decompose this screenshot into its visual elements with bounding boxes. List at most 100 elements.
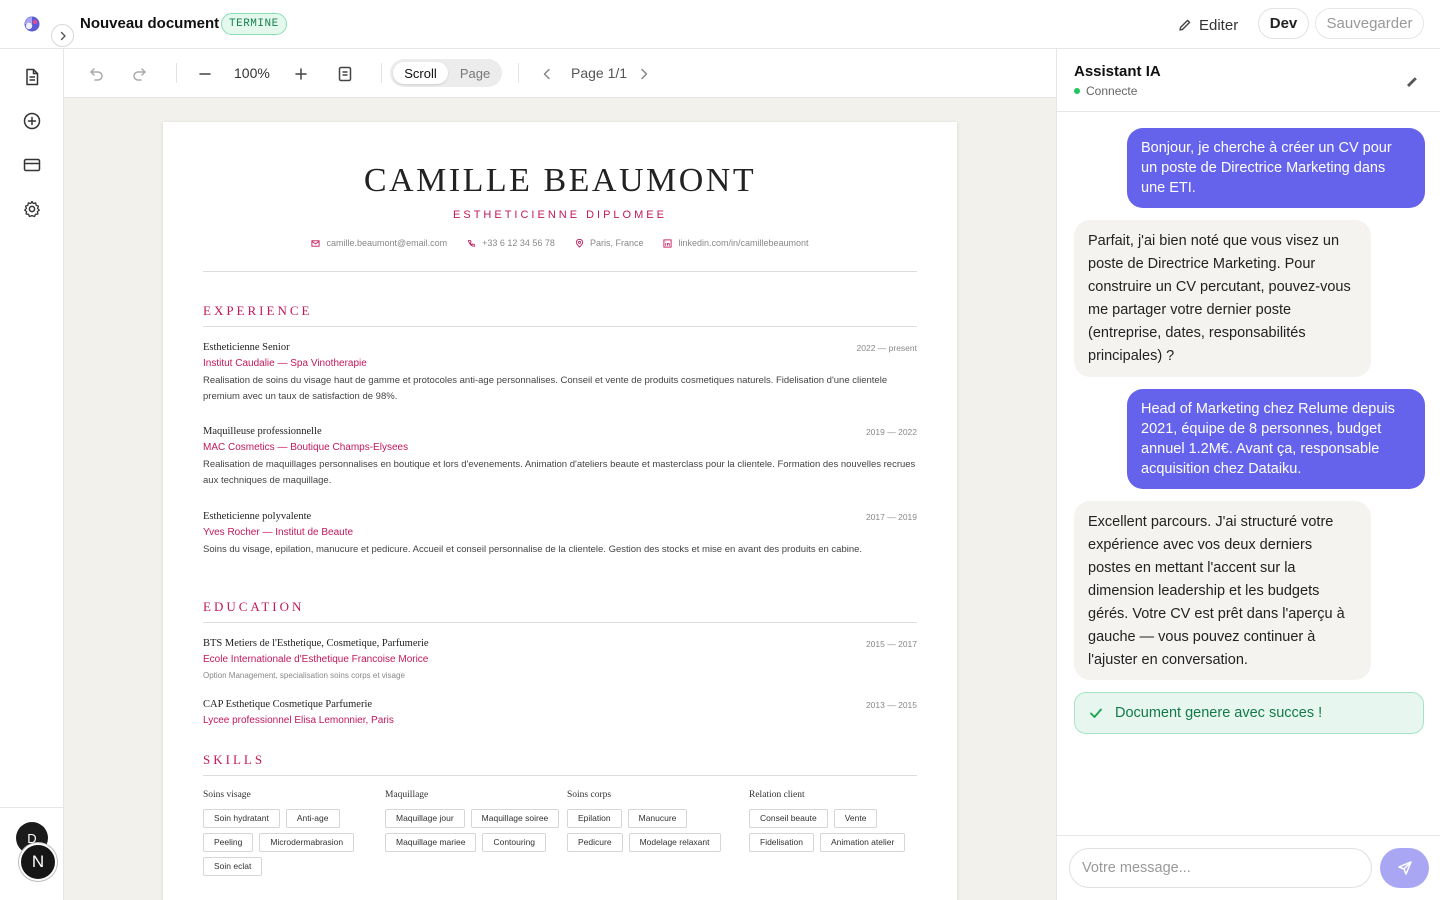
settings-gear-icon[interactable] xyxy=(22,199,42,219)
edit-button[interactable]: Editer xyxy=(1178,13,1238,37)
cv-skill-category: Soins visage xyxy=(203,790,251,800)
view-mode-scroll[interactable]: Scroll xyxy=(393,62,448,84)
app: Nouveau document TERMINE Editer Dev Sauv… xyxy=(0,0,1440,900)
cv-contact-location: Paris, France xyxy=(575,238,644,248)
cv-education-dates: 2013 — 2015 xyxy=(865,700,917,710)
cv-job-title: ESTHETICIENNE DIPLOMEE xyxy=(453,209,667,221)
eraser-icon[interactable] xyxy=(1403,73,1419,89)
view-mode-page[interactable]: Page xyxy=(451,62,499,84)
skill-tag: Soin hydratant xyxy=(203,809,280,828)
assistant-panel: Assistant IA Connecte Bonjour, je cherch… xyxy=(1056,49,1440,900)
cv-divider xyxy=(203,775,917,776)
skill-tag: Microdermabrasion xyxy=(259,833,355,852)
skill-tag: Soin eclat xyxy=(203,857,263,876)
fit-page-icon[interactable] xyxy=(336,65,354,83)
skill-tag: Fidelisation xyxy=(749,833,814,852)
cv-contact-row: camille.beaumont@email.com +33 6 12 34 5… xyxy=(163,238,957,248)
cv-school: Lycee professionnel Elisa Lemonnier, Par… xyxy=(203,715,394,726)
skill-tag: Vente xyxy=(833,809,878,828)
top-bar: Nouveau document TERMINE Editer Dev Sauv… xyxy=(0,0,1440,49)
chevron-right-icon xyxy=(60,31,66,40)
chat-message-input[interactable] xyxy=(1069,848,1372,888)
assistant-status-label: Connecte xyxy=(1086,84,1138,98)
toolbar-divider xyxy=(518,63,519,83)
dev-button[interactable]: Dev xyxy=(1258,8,1309,39)
skill-tag: Animation atelier xyxy=(820,833,906,852)
document-icon[interactable] xyxy=(22,67,42,87)
cv-education-item: CAP Esthetique Cosmetique Parfumerie 201… xyxy=(203,699,917,726)
cv-job-role: Maquilleuse professionnelle xyxy=(203,426,322,437)
mail-icon xyxy=(311,239,320,247)
skill-tag: Anti-age xyxy=(285,809,340,828)
document-title[interactable]: Nouveau document xyxy=(80,15,219,32)
credit-card-icon[interactable] xyxy=(22,155,42,175)
cv-section-skills: SKILLS xyxy=(203,752,266,767)
page-indicator: Page 1/1 xyxy=(571,65,628,81)
assistant-status: Connecte xyxy=(1074,84,1137,98)
cv-experience-item: Maquilleuse professionnelle 2019 — 2022 … xyxy=(203,426,917,489)
chat-message-assistant: Parfait, j'ai bien noté que vous visez u… xyxy=(1074,220,1371,377)
cv-email: camille.beaumont@email.com xyxy=(326,238,448,248)
cv-linkedin: linkedin.com/in/camillebeaumont xyxy=(678,238,809,248)
cv-experience-item: Estheticienne polyvalente 2017 — 2019 Yv… xyxy=(203,511,917,558)
cv-location: Paris, France xyxy=(589,238,644,248)
zoom-in-icon[interactable] xyxy=(292,65,310,83)
phone-icon xyxy=(468,239,476,247)
skill-tag: Epilation xyxy=(567,809,622,828)
next-page-icon[interactable] xyxy=(635,65,653,83)
undo-icon[interactable] xyxy=(87,65,105,83)
skill-tag: Manucure xyxy=(627,809,688,828)
send-icon xyxy=(1397,861,1412,875)
cv-education-item: BTS Metiers de l'Esthetique, Cosmetique,… xyxy=(203,638,917,680)
linkedin-icon xyxy=(663,238,673,248)
cv-skill-group: Soins visage Soin hydratant Anti-age Pee… xyxy=(203,790,379,876)
account-avatar[interactable]: N xyxy=(19,843,57,881)
send-button[interactable] xyxy=(1380,848,1429,888)
save-button[interactable]: Sauvegarder xyxy=(1315,8,1424,39)
assistant-title: Assistant IA xyxy=(1074,63,1161,80)
add-circle-icon[interactable] xyxy=(22,111,42,131)
app-logo-icon[interactable] xyxy=(22,14,42,34)
toolbar-divider xyxy=(381,63,382,83)
cv-job-company: Institut Caudalie — Spa Vinotherapie xyxy=(203,358,367,369)
skill-tag: Maquillage mariee xyxy=(385,833,477,852)
cv-name: CAMILLE BEAUMONT xyxy=(363,162,757,199)
edit-button-label: Editer xyxy=(1199,16,1239,34)
pencil-icon xyxy=(1179,19,1191,31)
cv-section-education: EDUCATION xyxy=(203,599,305,614)
sidebar xyxy=(0,49,64,900)
checkmark-icon xyxy=(1090,708,1102,718)
document-toolbar: 100% Scroll Page Page 1/1 xyxy=(64,49,1056,98)
cv-job-description: Realisation de soins du visage haut de g… xyxy=(203,375,888,402)
cv-skill-group: Soins corps Epilation Manucure Pedicure … xyxy=(567,790,743,852)
cv-job-role: Estheticienne Senior xyxy=(203,342,290,353)
cv-job-description: Realisation de maquillages personnalises… xyxy=(203,459,916,486)
success-banner: Document genere avec succes ! xyxy=(1074,692,1424,734)
skill-tag: Peeling xyxy=(203,833,254,852)
skill-tag: Maquillage jour xyxy=(385,809,465,828)
assistant-header: Assistant IA Connecte xyxy=(1057,49,1440,112)
previous-page-icon[interactable] xyxy=(538,65,556,83)
cv-job-dates: 2022 — present xyxy=(856,343,917,353)
chat-message-assistant: Excellent parcours. J'ai structuré votre… xyxy=(1074,501,1371,680)
view-mode-toggle: Scroll Page xyxy=(390,59,502,87)
cv-degree: CAP Esthetique Cosmetique Parfumerie xyxy=(203,699,373,710)
document-viewport[interactable]: CAMILLE BEAUMONT ESTHETICIENNE DIPLOMEE … xyxy=(64,98,1056,900)
cv-job-description: Soins du visage, epilation, manucure et … xyxy=(203,544,863,555)
chat-message-user: Bonjour, je cherche à créer un CV pour u… xyxy=(1127,128,1425,208)
zoom-level: 100% xyxy=(234,65,270,81)
cv-divider xyxy=(203,326,917,327)
cv-school: Ecole Internationale d'Esthetique Franco… xyxy=(203,654,429,665)
status-badge: TERMINE xyxy=(221,13,287,35)
zoom-out-icon[interactable] xyxy=(196,65,214,83)
cv-experience-item: Estheticienne Senior 2022 — present Inst… xyxy=(203,342,917,405)
redo-icon[interactable] xyxy=(131,65,149,83)
cv-skill-category: Soins corps xyxy=(567,790,612,800)
cv-contact-linkedin: linkedin.com/in/camillebeaumont xyxy=(663,238,809,248)
sidebar-toggle-button[interactable] xyxy=(51,24,74,47)
cv-phone: +33 6 12 34 56 78 xyxy=(482,238,555,248)
toolbar-divider xyxy=(176,63,177,83)
cv-job-dates: 2017 — 2019 xyxy=(865,512,917,522)
location-pin-icon xyxy=(575,238,584,248)
cv-degree: BTS Metiers de l'Esthetique, Cosmetique,… xyxy=(203,638,429,649)
